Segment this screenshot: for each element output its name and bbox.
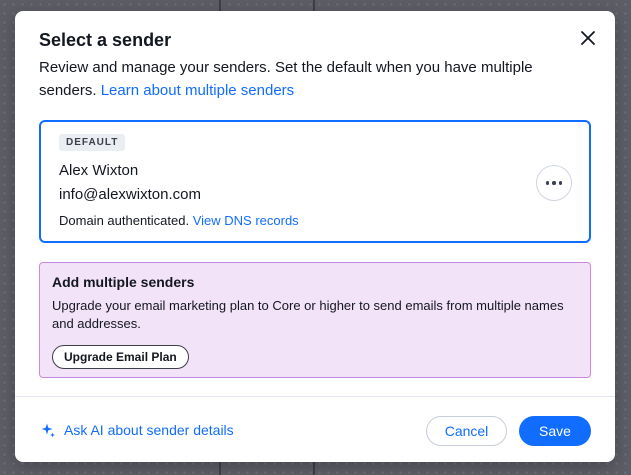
domain-status: Domain authenticated. View DNS records	[59, 213, 299, 228]
ask-ai-link[interactable]: Ask AI about sender details	[40, 422, 234, 438]
close-button[interactable]	[579, 29, 597, 47]
view-dns-records-link[interactable]: View DNS records	[193, 213, 299, 228]
dialog-subtitle: Review and manage your senders. Set the …	[39, 56, 559, 102]
sender-name: Alex Wixton	[59, 162, 139, 179]
dialog-title: Select a sender	[39, 30, 172, 50]
sparkle-icon	[41, 423, 55, 438]
default-badge: DEFAULT	[59, 134, 126, 151]
learn-multiple-senders-link[interactable]: Learn about multiple senders	[101, 82, 294, 99]
sender-more-actions-button[interactable]	[536, 165, 572, 201]
cancel-button[interactable]: Cancel	[426, 416, 507, 446]
dialog-footer: Ask AI about sender details Cancel Save	[15, 396, 615, 462]
more-horizontal-icon	[545, 181, 563, 185]
upgrade-title: Add multiple senders	[52, 274, 195, 290]
sender-email: info@alexwixton.com	[59, 186, 201, 203]
domain-status-text: Domain authenticated.	[59, 213, 190, 228]
save-button[interactable]: Save	[519, 416, 591, 446]
select-sender-dialog: Select a sender Review and manage your s…	[15, 11, 615, 462]
close-icon	[581, 31, 595, 45]
upgrade-email-plan-button[interactable]: Upgrade Email Plan	[52, 345, 189, 369]
default-sender-card[interactable]: DEFAULT Alex Wixton info@alexwixton.com …	[39, 120, 591, 243]
ask-ai-label: Ask AI about sender details	[64, 422, 234, 438]
upgrade-notice: Add multiple senders Upgrade your email …	[39, 262, 591, 378]
upgrade-description: Upgrade your email marketing plan to Cor…	[52, 298, 564, 331]
